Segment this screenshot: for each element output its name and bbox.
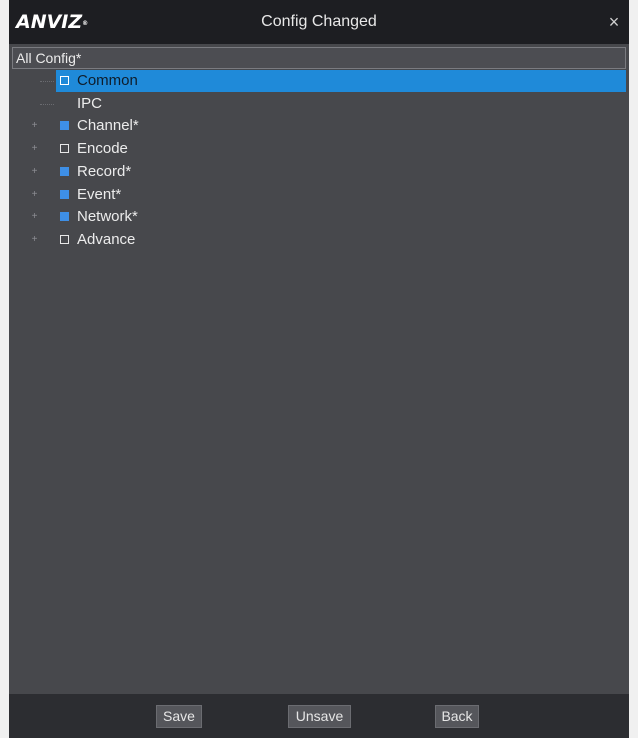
checkbox[interactable]	[60, 121, 69, 131]
expand-plus-icon[interactable]: +	[30, 234, 39, 244]
tree-item-advance[interactable]: + Advance	[12, 229, 626, 251]
dialog-footer: Save Unsave Back	[9, 694, 629, 738]
tree-item-label: IPC	[77, 94, 103, 112]
tree-item-label: Encode	[77, 140, 128, 158]
close-icon[interactable]: ×	[605, 12, 623, 32]
back-button[interactable]: Back	[435, 705, 479, 728]
tree-item-body[interactable]: IPC	[56, 93, 626, 115]
checkbox[interactable]	[60, 189, 69, 199]
checkbox[interactable]	[60, 144, 69, 154]
title-bar: ANVIZ® Config Changed ×	[9, 0, 629, 44]
tree-item-label: Event*	[77, 185, 122, 203]
tree-item-encode[interactable]: + Encode	[12, 138, 626, 160]
config-tree: All Config* Common IPC + Channel* + Encode + Re…	[12, 44, 626, 694]
checkbox[interactable]	[60, 76, 69, 85]
tree-item-body[interactable]: Network*	[56, 206, 626, 228]
tree-item-body[interactable]: Common	[56, 70, 626, 92]
tree-item-label: Advance	[77, 230, 136, 248]
checkbox[interactable]	[60, 234, 69, 244]
tree-item-ipc[interactable]: IPC	[12, 93, 626, 115]
tree-item-label: Record*	[77, 162, 132, 180]
expand-plus-icon[interactable]: +	[30, 212, 39, 222]
tree-connector-line	[40, 103, 54, 105]
tree-connector-line	[40, 81, 54, 82]
tree-item-body[interactable]: Advance	[56, 229, 626, 251]
tree-item-label: Network*	[77, 208, 138, 226]
expand-plus-icon[interactable]: +	[30, 121, 39, 131]
tree-root-all-config[interactable]: All Config*	[12, 47, 626, 69]
tree-item-event[interactable]: + Event*	[12, 184, 626, 206]
config-changed-dialog: ANVIZ® Config Changed × All Config* Comm…	[9, 0, 629, 738]
checkbox[interactable]	[60, 166, 69, 176]
tree-item-label: Channel*	[77, 117, 139, 135]
tree-item-label: Common	[77, 72, 138, 89]
expand-plus-icon[interactable]: +	[30, 144, 39, 154]
dialog-title: Config Changed	[261, 13, 377, 30]
tree-item-body[interactable]: Channel*	[56, 115, 626, 137]
unsave-button[interactable]: Unsave	[288, 705, 351, 728]
tree-item-body[interactable]: Record*	[56, 161, 626, 183]
expand-plus-icon[interactable]: +	[30, 166, 39, 176]
tree-item-network[interactable]: + Network*	[12, 206, 626, 228]
checkbox[interactable]	[60, 212, 69, 222]
tree-item-common[interactable]: Common	[12, 70, 626, 92]
tree-item-body[interactable]: Event*	[56, 184, 626, 206]
tree-item-body[interactable]: Encode	[56, 138, 626, 160]
save-button[interactable]: Save	[156, 705, 202, 728]
expand-plus-icon[interactable]: +	[30, 189, 39, 199]
tree-item-record[interactable]: + Record*	[12, 161, 626, 183]
tree-item-channel[interactable]: + Channel*	[12, 115, 626, 137]
